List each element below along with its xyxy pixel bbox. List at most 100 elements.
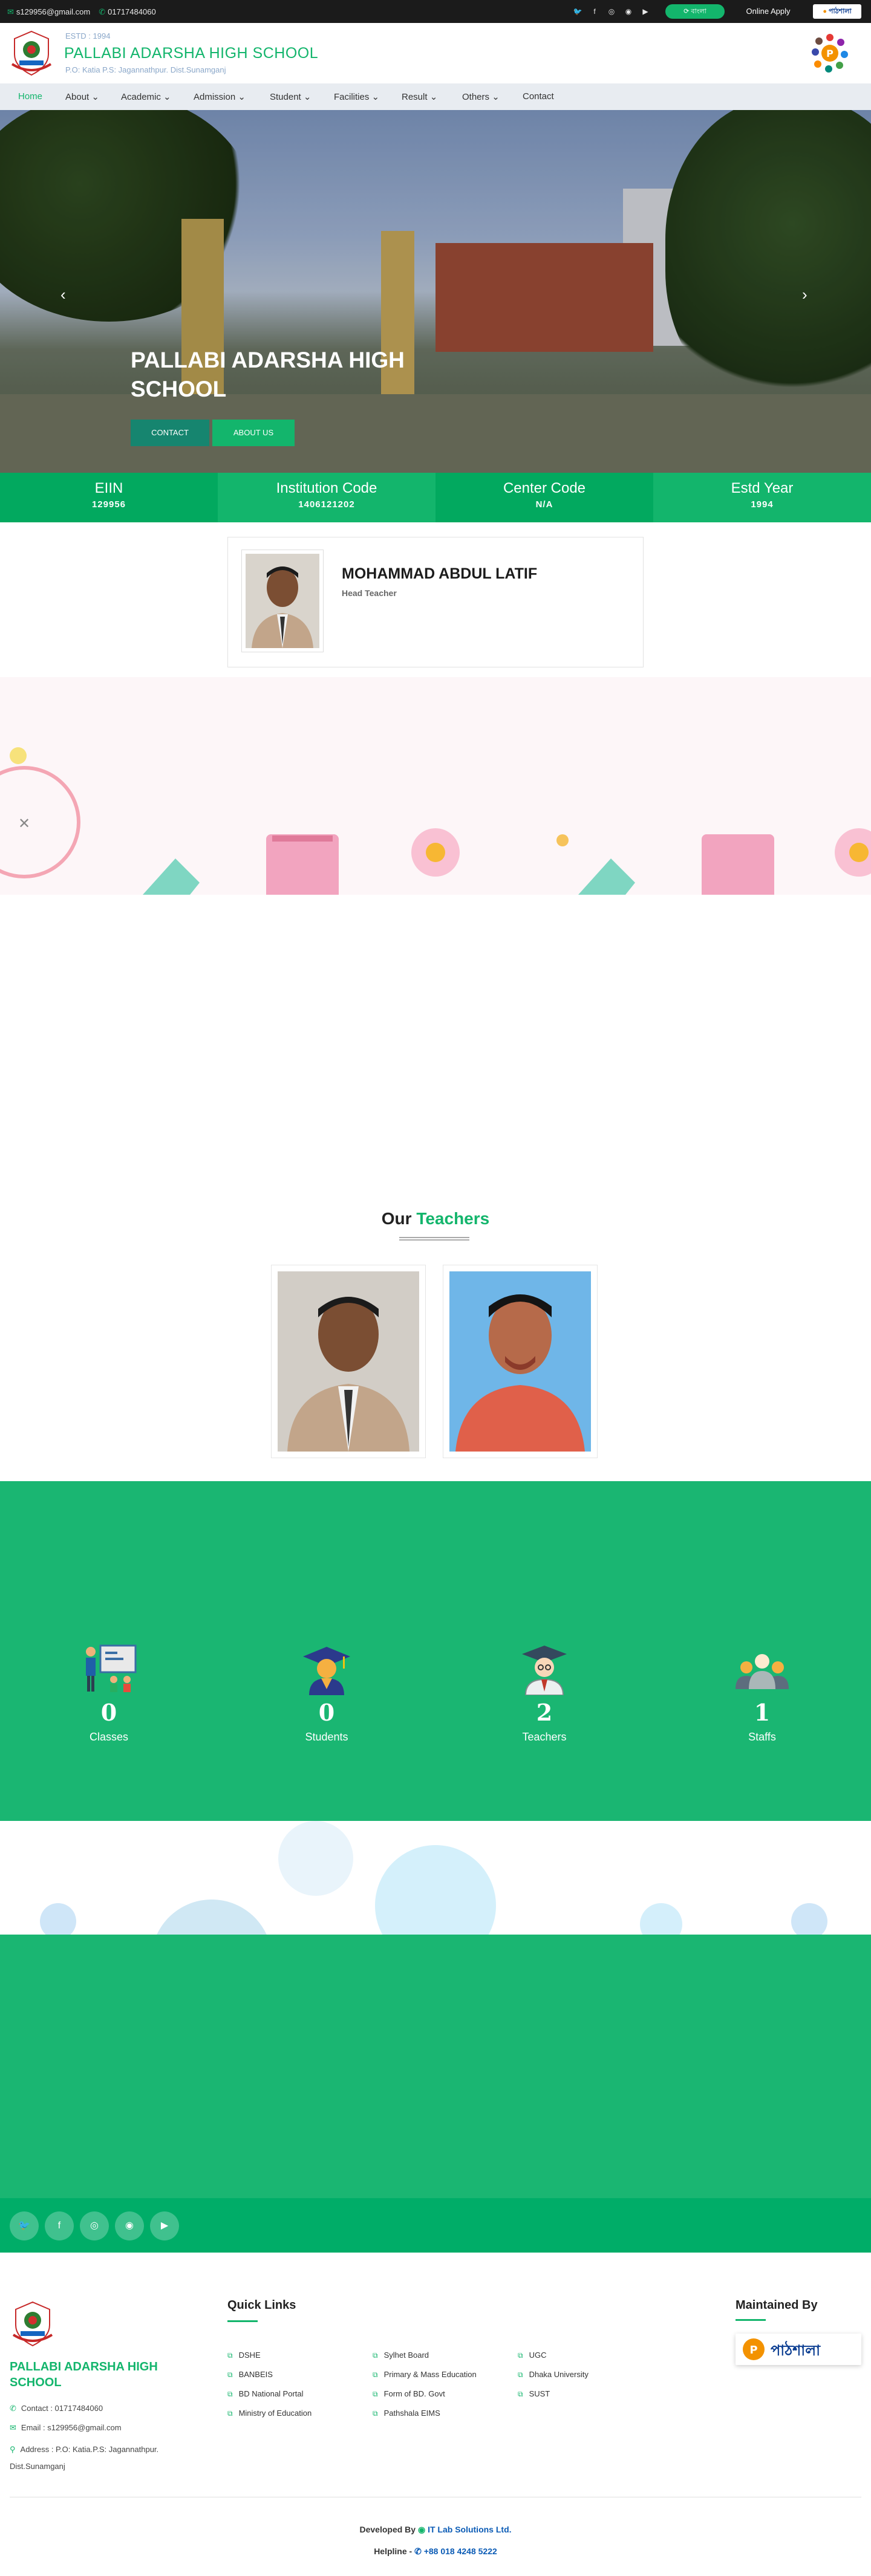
pathshala-logo[interactable]: P পাঠশালা [736, 2334, 861, 2365]
twitter-icon[interactable]: 🐦 [571, 5, 584, 18]
stat-value: 1994 [751, 499, 774, 510]
quick-link[interactable]: ⧉ Primary & Mass Education [373, 2370, 477, 2380]
map-marker-icon: ⚲ [10, 2445, 16, 2454]
school-logo[interactable] [8, 29, 54, 77]
top-social-links: 🐦 f ◎ ◉ ▶ [571, 5, 652, 18]
phone-icon: ✆ [99, 7, 106, 16]
counter-teachers: 2 Teachers [484, 1643, 605, 1744]
nav-admission[interactable]: Admission ⌄ [194, 91, 246, 102]
counter-value: 0 [100, 1699, 117, 1726]
chevron-down-icon: ⌄ [303, 92, 312, 102]
bubble [151, 1900, 272, 1935]
counter-label: Students [305, 1731, 348, 1743]
quick-link[interactable]: ⧉ DSHE [227, 2351, 261, 2360]
helpline-number[interactable]: +88 018 4248 5222 [424, 2546, 497, 2556]
nav-contact[interactable]: Contact [523, 91, 554, 102]
counter-value: 2 [536, 1699, 553, 1726]
language-toggle-button[interactable]: ⟳ বাংলা [665, 4, 725, 19]
chevron-down-icon: ⌄ [91, 92, 99, 102]
helpline-label: Helpline - [374, 2546, 413, 2556]
bubble [40, 1903, 76, 1935]
graduate-icon [303, 1647, 350, 1695]
envelope-icon: ✉ [7, 7, 14, 16]
nav-facilities[interactable]: Facilities ⌄ [334, 91, 379, 102]
section-spacer [0, 895, 871, 943]
site-header: ESTD : 1994 PALLABI ADARSHA HIGH SCHOOL … [0, 23, 871, 83]
quick-link[interactable]: ⧉ SUST [518, 2389, 550, 2399]
title-main: Our [381, 1209, 412, 1228]
nav-others[interactable]: Others ⌄ [462, 91, 500, 102]
itlab-logo-icon: ◉ [417, 2525, 426, 2534]
external-link-icon: ⧉ [227, 2409, 233, 2418]
slider-next-icon[interactable]: › [802, 285, 807, 304]
external-link-icon: ⧉ [373, 2370, 378, 2379]
quick-link[interactable]: ⧉ Dhaka University [518, 2370, 589, 2380]
youtube-icon[interactable]: ▶ [639, 5, 652, 18]
bubble [375, 1845, 496, 1935]
facebook-icon[interactable]: f [588, 5, 601, 18]
school-address: P.O: Katia P.S: Jagannathpur. Dist.Sunam… [65, 65, 226, 74]
pathshala-logo-icon: ● [823, 8, 827, 15]
head-teacher-name: MOHAMMAD ABDUL LATIF [342, 565, 538, 582]
whatsapp-icon[interactable]: ◉ [115, 2211, 144, 2240]
classroom-icon [86, 1644, 137, 1692]
teacher-card[interactable] [271, 1265, 426, 1458]
envelope-icon: ✉ [10, 2423, 16, 2432]
top-email[interactable]: ✉ s129956@gmail.com [7, 7, 90, 17]
teacher-photo [449, 1271, 591, 1452]
footer-email[interactable]: ✉ Email : s129956@gmail.com [10, 2423, 122, 2433]
stat-center-code: Center Code N/A [436, 473, 653, 522]
nav-about[interactable]: About ⌄ [65, 91, 99, 102]
nav-home[interactable]: Home [18, 91, 42, 102]
pathshala-round-logo: P [812, 34, 848, 73]
head-teacher-card[interactable]: MOHAMMAD ABDUL LATIF Head Teacher [227, 537, 644, 667]
external-link-icon: ⧉ [227, 2351, 233, 2360]
quick-link[interactable]: ⧉ BD National Portal [227, 2389, 304, 2399]
instagram-icon[interactable]: ◎ [80, 2211, 109, 2240]
counter-section: 0 Classes 0 Students 2 Teachers 1 Staffs [0, 1481, 871, 1821]
info-stats-bar: EIIN 129956 Institution Code 1406121202 … [0, 473, 871, 522]
teachers-section-title: Our Teachers [0, 1209, 871, 1228]
footer-school-name: PALLABI ADARSHA HIGH SCHOOL [10, 2360, 158, 2389]
whatsapp-icon[interactable]: ◉ [622, 5, 635, 18]
bubble [278, 1821, 353, 1896]
pathshala-badge[interactable]: ● পাঠশালা [813, 4, 861, 19]
stat-label: Institution Code [276, 480, 377, 496]
hero-contact-button[interactable]: CONTACT [131, 420, 209, 446]
quick-link[interactable]: ⧉ Pathshala EIMS [373, 2409, 440, 2418]
chevron-down-icon: ⌄ [163, 92, 171, 102]
youtube-icon[interactable]: ▶ [150, 2211, 179, 2240]
hero-about-button[interactable]: ABOUT US [212, 420, 295, 446]
online-apply-button[interactable]: Online Apply [734, 4, 802, 19]
top-phone[interactable]: ✆ 01717484060 [99, 7, 155, 17]
nav-academic[interactable]: Academic ⌄ [121, 91, 171, 102]
hero-slider: ‹ › PALLABI ADARSHA HIGH SCHOOL CONTACT … [0, 110, 871, 473]
quick-link[interactable]: ⧉ Sylhet Board [373, 2351, 429, 2360]
twitter-icon[interactable]: 🐦 [10, 2211, 39, 2240]
nav-student[interactable]: Student ⌄ [270, 91, 311, 102]
teacher-card[interactable] [443, 1265, 598, 1458]
quick-link[interactable]: ⧉ Ministry of Education [227, 2409, 312, 2418]
slider-prev-icon[interactable]: ‹ [60, 285, 66, 304]
head-teacher-photo [241, 550, 324, 652]
counter-students: 0 Students [266, 1643, 387, 1744]
counter-label: Staffs [748, 1731, 776, 1743]
stat-label: Estd Year [731, 480, 794, 496]
nav-result[interactable]: Result ⌄ [402, 91, 437, 102]
external-link-icon: ⧉ [373, 2351, 378, 2360]
instagram-icon[interactable]: ◎ [605, 5, 618, 18]
footer-social-bar: 🐦 f ◎ ◉ ▶ [0, 2198, 871, 2253]
developer-link[interactable]: IT Lab Solutions Ltd. [428, 2525, 511, 2534]
head-teacher-role: Head Teacher [342, 588, 397, 598]
quick-link[interactable]: ⧉ Form of BD. Govt [373, 2389, 445, 2399]
title-accent: Teachers [416, 1209, 490, 1228]
stat-institution-code: Institution Code 1406121202 [218, 473, 436, 522]
quick-link[interactable]: ⧉ BANBEIS [227, 2370, 273, 2380]
site-footer: PALLABI ADARSHA HIGH SCHOOL ✆ Contact : 0… [0, 2253, 871, 2576]
quick-link[interactable]: ⧉ UGC [518, 2351, 546, 2360]
title-underline [399, 1237, 469, 1241]
external-link-icon: ⧉ [373, 2409, 378, 2418]
facebook-icon[interactable]: f [45, 2211, 74, 2240]
school-name[interactable]: PALLABI ADARSHA HIGH SCHOOL [64, 45, 318, 62]
developed-by-label: Developed By [359, 2525, 416, 2534]
